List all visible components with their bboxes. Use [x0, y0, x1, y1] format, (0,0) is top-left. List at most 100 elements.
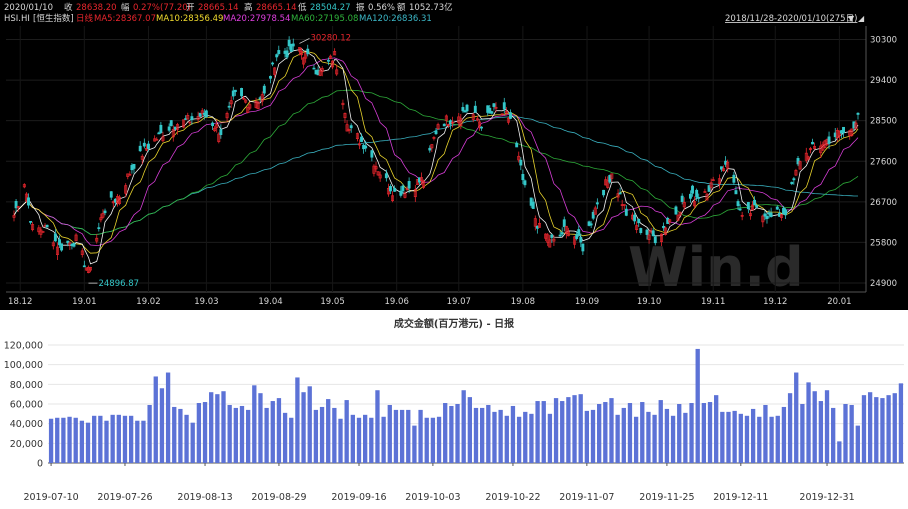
turnover-bar: [252, 385, 257, 463]
candle-body-down: [167, 126, 171, 131]
month-tick-label: 19.05: [320, 297, 344, 307]
turnover-bar: [418, 409, 423, 463]
candlestick: [240, 87, 243, 99]
turnover-bar: [104, 420, 109, 463]
candle-body-down: [138, 145, 142, 152]
candlestick: [676, 214, 680, 222]
candlestick: [769, 207, 773, 218]
candlestick: [459, 114, 463, 130]
ma5-line: [13, 47, 859, 265]
turnover-bar: [609, 398, 614, 463]
turnover-y-tick-label: 80,000: [10, 380, 43, 391]
candle-body-down: [262, 85, 266, 94]
candle-body-down: [389, 186, 392, 192]
turnover-bar: [541, 401, 546, 463]
turnover-bar: [196, 403, 202, 463]
candlestick: [355, 132, 359, 142]
turnover-bar: [307, 386, 312, 463]
candlestick: [780, 214, 783, 221]
ma60-line: [13, 89, 859, 235]
turnover-bar: [412, 425, 417, 463]
turnover-bar: [689, 403, 694, 463]
month-axis: 18.12 19.01 19.02 19.03 19.04 19.05 19.06 19.07…: [8, 297, 852, 307]
amplitude-label: 振: [356, 2, 365, 13]
turnover-y-tick-label: 40,000: [10, 419, 43, 430]
candlestick: [794, 168, 798, 176]
candlestick: [161, 131, 165, 143]
candlestick: [740, 211, 744, 221]
turnover-bar: [646, 411, 651, 463]
turnover-bar: [633, 416, 639, 463]
turnover-x-tick-label: 2019-12-11: [713, 492, 768, 503]
candle-body-down: [82, 265, 86, 268]
turnover-bar: [165, 372, 171, 463]
candle-body-down: [401, 185, 405, 192]
turnover-bar: [326, 399, 331, 463]
candlestick: [734, 186, 738, 195]
candle-body-down: [769, 212, 773, 217]
candle-body-down: [204, 110, 208, 118]
candle-body-down: [639, 228, 643, 234]
turnover-bar: [861, 395, 867, 463]
candlestick: [22, 183, 26, 189]
candle-body-down: [562, 219, 566, 228]
candlestick: [537, 218, 541, 228]
turnover-bar: [597, 404, 602, 463]
turnover-bar: [480, 407, 485, 463]
candlestick: [490, 110, 494, 115]
candle-body-down: [227, 105, 231, 108]
candlestick: [602, 189, 606, 198]
price-axis: 24900 25800 26700 27600 28500 29400 30300: [870, 36, 897, 289]
candlestick: [403, 191, 407, 199]
date-range-selector[interactable]: 2018/11/28-2020/01/10(275日): [725, 14, 857, 24]
candlestick: [372, 164, 376, 177]
candle-body-down: [790, 181, 794, 185]
open-label: 开: [186, 3, 195, 13]
candle-body-down: [579, 237, 583, 243]
candlestick: [109, 191, 113, 200]
turnover-bar: [209, 392, 214, 463]
turnover-bar: [794, 372, 799, 463]
turnover-bar: [276, 398, 282, 463]
turnover-x-tick-label: 2019-09-16: [331, 492, 386, 503]
candle-body-down: [560, 232, 564, 235]
month-tick-label: 19.08: [511, 297, 535, 307]
candlestick: [746, 201, 750, 214]
candlestick: [624, 205, 628, 217]
candle-body-down: [697, 197, 701, 199]
ma20-line: [13, 57, 859, 246]
turnover-bar: [387, 404, 392, 463]
turnover-bar: [812, 391, 817, 463]
turnover-y-tick-label: 120,000: [4, 341, 43, 352]
candlestick: [705, 193, 709, 201]
candle-body-down: [515, 142, 519, 148]
turnover-chart-title: 成交金额(百万港元) - 日报: [394, 317, 514, 330]
turnover-y-tick-label: 20,000: [10, 439, 43, 450]
candle-body-down: [45, 224, 49, 228]
turnover-bar: [467, 397, 472, 463]
candlestick: [430, 144, 434, 153]
turnover-bar: [116, 414, 121, 463]
turnover-bar: [67, 416, 72, 463]
turnover-y-tick-label: 100,000: [4, 360, 43, 371]
candle-body-down: [637, 218, 641, 224]
candle-body-down: [465, 104, 469, 112]
candle-body-down: [393, 187, 397, 192]
candle-body-down: [736, 201, 740, 206]
candle-body-down: [27, 197, 30, 206]
candlestick: [618, 187, 622, 195]
range-dropdown-icon[interactable]: ▼: [848, 14, 855, 23]
turnover-bar: [424, 417, 429, 463]
turnover-bar: [787, 393, 793, 463]
turnover-bar: [886, 395, 891, 463]
candle-body-down: [291, 43, 295, 47]
candle-body-down: [285, 50, 289, 58]
month-tick-label: 19.06: [385, 297, 409, 307]
turnover-bar: [750, 408, 756, 463]
month-tick-label: 19.03: [194, 297, 218, 307]
candle-body-down: [618, 192, 622, 195]
period-label: 日线: [76, 13, 94, 24]
candle-body-down: [147, 143, 150, 149]
collapse-triangle-icon[interactable]: ◢: [858, 14, 865, 23]
turnover-bar: [239, 405, 245, 463]
